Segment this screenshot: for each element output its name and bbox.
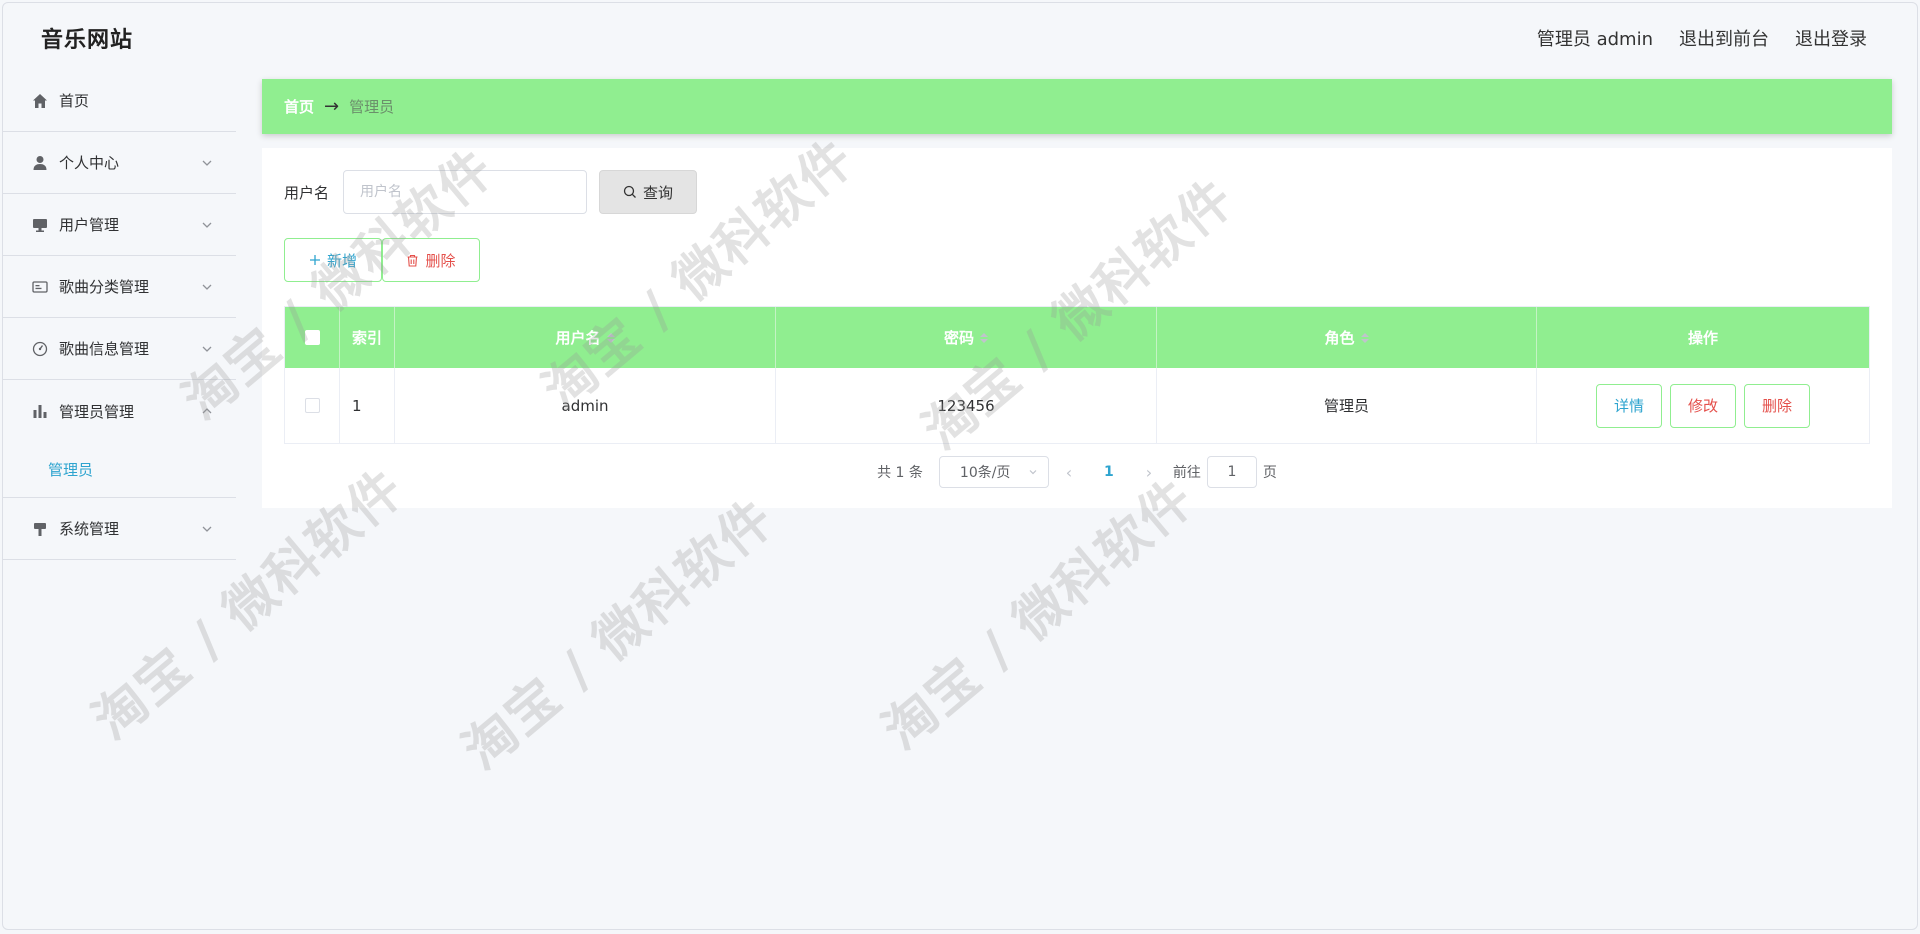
sidebar-item-label: 系统管理	[59, 520, 120, 538]
search-form: 用户名 查询	[284, 170, 698, 214]
row-checkbox[interactable]	[304, 398, 320, 413]
detail-button[interactable]: 详情	[1596, 383, 1662, 428]
table-header: 索引 用户名 密码 角色 操作	[285, 307, 1869, 368]
column-header-label: 角色	[1324, 329, 1355, 347]
column-header-password[interactable]: 密码	[776, 307, 1157, 368]
app-window: 音乐网站 管理员 admin 退出到前台 退出登录 首页 个人中心 用户管理 歌…	[2, 2, 1918, 930]
goto-prefix: 前往	[1172, 465, 1201, 481]
sidebar-menu: 首页 个人中心 用户管理 歌曲分类管理 歌曲信息管理 管理员管理 管理员 系统管…	[3, 70, 236, 560]
column-header-index: 索引	[340, 307, 395, 368]
back-to-front-link[interactable]: 退出到前台	[1679, 25, 1769, 51]
sidebar-item-label: 管理员管理	[59, 402, 135, 421]
brush-icon	[31, 520, 49, 538]
cell-role: 管理员	[1157, 368, 1537, 443]
sidebar-item-song-category[interactable]: 歌曲分类管理	[3, 256, 236, 318]
dashboard-icon	[31, 340, 49, 358]
sidebar-subitem-admin[interactable]: 管理员	[3, 442, 236, 498]
username-search-input[interactable]	[343, 170, 588, 214]
cell-index: 1	[340, 368, 395, 443]
column-header-actions: 操作	[1687, 329, 1718, 347]
sidebar-item-label: 歌曲分类管理	[59, 278, 150, 296]
sidebar-item-song-info[interactable]: 歌曲信息管理	[3, 318, 236, 380]
breadcrumb-current: 管理员	[349, 98, 395, 116]
page-number[interactable]: 1	[1089, 464, 1129, 480]
id-card-icon	[31, 278, 49, 296]
delete-button-label: 删除	[425, 251, 456, 270]
sidebar-item-personal-center[interactable]: 个人中心	[3, 132, 236, 194]
sort-icon[interactable]	[606, 332, 615, 343]
plus-icon	[309, 255, 320, 265]
goto-suffix: 页	[1262, 465, 1277, 481]
column-header-role[interactable]: 角色	[1157, 307, 1537, 368]
chevron-down-icon	[202, 346, 212, 352]
sidebar-item-label: 用户管理	[59, 216, 120, 234]
batch-delete-button[interactable]: 删除	[382, 238, 480, 282]
add-button-label: 新增	[326, 251, 357, 270]
breadcrumb-arrow-icon: →	[324, 96, 340, 117]
logout-link[interactable]: 退出登录	[1795, 25, 1867, 51]
search-icon	[623, 185, 636, 198]
column-header-label: 密码	[943, 329, 974, 347]
sidebar-item-admin-management[interactable]: 管理员管理	[3, 380, 236, 442]
action-buttons: 新增 删除	[284, 238, 480, 282]
select-all-checkbox[interactable]	[304, 330, 320, 345]
add-button[interactable]: 新增	[284, 238, 382, 282]
chevron-up-icon	[202, 408, 212, 414]
breadcrumb-home[interactable]: 首页	[284, 96, 314, 117]
sidebar-item-system-management[interactable]: 系统管理	[3, 498, 236, 560]
cell-password: 123456	[776, 368, 1157, 443]
query-button[interactable]: 查询	[599, 170, 698, 214]
sidebar-item-label: 个人中心	[59, 154, 120, 172]
edit-button[interactable]: 修改	[1670, 383, 1736, 428]
query-button-label: 查询	[643, 183, 674, 202]
content-panel: 用户名 查询 新增 删除 索引	[262, 148, 1892, 508]
sort-icon[interactable]	[1360, 332, 1369, 343]
top-header: 音乐网站 管理员 admin 退出到前台 退出登录	[3, 3, 1917, 73]
trash-icon	[407, 254, 418, 267]
home-icon	[31, 92, 49, 110]
row-select-cell	[285, 368, 340, 443]
sidebar-item-label: 首页	[59, 92, 90, 110]
pagination: 共 1 条 10条/页 ‹ 1 › 前往 1 页	[262, 456, 1892, 488]
prev-page-button[interactable]: ‹	[1049, 463, 1089, 482]
sidebar-item-label: 歌曲信息管理	[59, 340, 150, 358]
chevron-down-icon	[202, 526, 212, 532]
monitor-icon	[31, 216, 49, 234]
column-header-label: 用户名	[555, 329, 601, 347]
header-links: 管理员 admin 退出到前台 退出登录	[1537, 25, 1867, 51]
goto-page-input[interactable]: 1	[1206, 456, 1257, 488]
chevron-down-icon	[202, 284, 212, 290]
page-size-select[interactable]: 10条/页	[938, 456, 1049, 488]
cell-username: admin	[395, 368, 776, 443]
site-title: 音乐网站	[41, 28, 134, 53]
sidebar-item-user-management[interactable]: 用户管理	[3, 194, 236, 256]
page-size-value: 10条/页	[959, 465, 1011, 481]
breadcrumb: 首页 → 管理员	[262, 79, 1892, 134]
bar-chart-icon	[31, 402, 49, 420]
user-icon	[31, 154, 49, 172]
chevron-down-icon	[1029, 470, 1037, 475]
chevron-down-icon	[202, 222, 212, 228]
select-all-cell	[285, 307, 340, 368]
admin-table: 索引 用户名 密码 角色 操作 1 admin 123456 管理员 详情 修改…	[284, 306, 1870, 444]
table-row: 1 admin 123456 管理员 详情 修改 删除	[285, 368, 1869, 443]
admin-user-label[interactable]: 管理员 admin	[1537, 25, 1653, 51]
page-jumper: 前往 1 页	[1173, 456, 1277, 488]
pagination-total: 共 1 条	[877, 465, 923, 481]
next-page-button[interactable]: ›	[1129, 463, 1169, 482]
row-delete-button[interactable]: 删除	[1744, 383, 1810, 428]
chevron-down-icon	[202, 160, 212, 166]
sort-icon[interactable]	[980, 332, 988, 343]
watermark: 淘宝 / 微科软件	[452, 487, 786, 782]
column-header-username[interactable]: 用户名	[395, 307, 776, 368]
sidebar-item-home[interactable]: 首页	[3, 70, 236, 132]
cell-actions: 详情 修改 删除	[1537, 368, 1869, 443]
search-label: 用户名	[284, 183, 330, 202]
